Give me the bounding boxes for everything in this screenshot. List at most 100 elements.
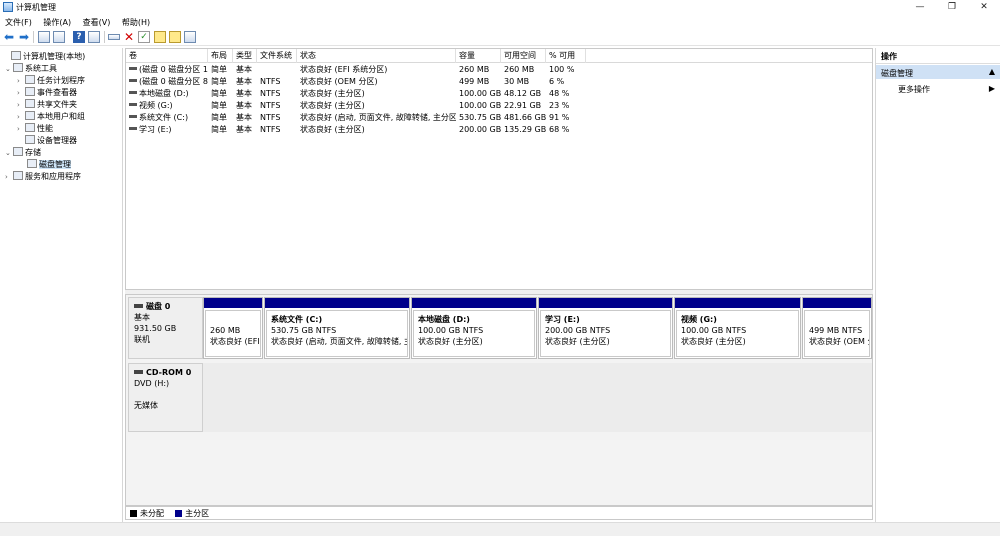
partition-g[interactable]: 视频 (G:) 100.00 GB NTFS 状态良好 (主分区) [674, 297, 801, 359]
partition-oem[interactable]: 499 MB NTFS 状态良好 (OEM 分 [802, 297, 872, 359]
collapse-up-icon[interactable]: ▲ [989, 67, 995, 76]
device-manager-icon [25, 135, 35, 144]
partition-color-bar [265, 298, 409, 308]
column-header-free-space[interactable]: 可用空间 [501, 49, 546, 63]
tree-item-task-scheduler[interactable]: › 任务计划程序 [17, 75, 85, 86]
partition-color-bar [412, 298, 536, 308]
check-icon[interactable]: ✓ [138, 31, 150, 43]
column-header-percent-free[interactable]: % 可用 [546, 49, 586, 63]
navigation-tree: 计算机管理(本地) ⌄ 系统工具 › 任务计划程序 › 事件查看器 › 共享文件夹 › 本… [0, 48, 123, 522]
task-scheduler-icon [25, 75, 35, 84]
menu-view[interactable]: 查看(V) [78, 15, 115, 28]
view-icon[interactable] [184, 31, 196, 43]
partition-color-bar [803, 298, 871, 308]
tools-icon [13, 63, 23, 72]
legend: 未分配 主分区 [125, 506, 873, 520]
column-header-filesystem[interactable]: 文件系统 [257, 49, 297, 63]
menu-help[interactable]: 帮助(H) [117, 15, 154, 28]
table-row[interactable]: 学习 (E:) 简单 基本 NTFS 状态良好 (主分区) 200.00 GB … [126, 124, 872, 136]
shared-folder-icon [25, 99, 35, 108]
window-title: 计算机管理 [16, 3, 56, 12]
column-header-layout[interactable]: 布局 [208, 49, 233, 63]
event-viewer-icon [25, 87, 35, 96]
partition-efi[interactable]: 260 MB 状态良好 (EFI 系 [203, 297, 263, 359]
computer-icon [11, 51, 21, 60]
more-actions-item[interactable]: 更多操作 ▶ [876, 82, 1000, 95]
new-document-icon[interactable] [154, 31, 166, 43]
computer-management-icon [3, 2, 13, 12]
tree-item-device-manager[interactable]: 设备管理器 [17, 135, 77, 146]
delete-icon[interactable]: ✕ [123, 31, 135, 43]
toolbar-separator [104, 31, 105, 43]
volume-icon [129, 115, 137, 118]
open-document-icon[interactable] [169, 31, 181, 43]
menu-bar: 文件(F) 操作(A) 查看(V) 帮助(H) [0, 15, 1000, 29]
tree-item-performance[interactable]: › 性能 [17, 123, 53, 134]
volume-icon [129, 67, 137, 70]
volume-list: 卷 布局 类型 文件系统 状态 容量 可用空间 % 可用 (磁盘 0 磁盘分区 … [125, 48, 873, 290]
column-header-capacity[interactable]: 容量 [456, 49, 501, 63]
tree-item-event-viewer[interactable]: › 事件查看器 [17, 87, 77, 98]
volume-list-header: 卷 布局 类型 文件系统 状态 容量 可用空间 % 可用 [126, 49, 872, 63]
users-icon [25, 111, 35, 120]
table-row[interactable]: 视频 (G:) 简单 基本 NTFS 状态良好 (主分区) 100.00 GB … [126, 100, 872, 112]
tree-item-services-apps[interactable]: › 服务和应用程序 [5, 171, 81, 182]
toolbar: ⬅ ➡ ? ✕ ✓ [0, 29, 1000, 46]
legend-label-primary: 主分区 [185, 509, 210, 518]
help-icon[interactable]: ? [73, 31, 85, 43]
actions-section-disk-management[interactable]: 磁盘管理 ▲ [876, 65, 1000, 79]
volume-icon [129, 79, 137, 82]
table-row[interactable]: (磁盘 0 磁盘分区 1) 简单 基本 状态良好 (EFI 系统分区) 260 … [126, 64, 872, 76]
tree-item-local-users[interactable]: › 本地用户和组 [17, 111, 85, 122]
tree-item-disk-management[interactable]: 磁盘管理 [19, 159, 71, 170]
properties-icon[interactable] [88, 31, 100, 43]
partition-c[interactable]: 系统文件 (C:) 530.75 GB NTFS 状态良好 (启动, 页面文件,… [264, 297, 410, 359]
up-level-icon[interactable] [38, 31, 50, 43]
volume-icon [129, 103, 137, 106]
actions-pane: 操作 磁盘管理 ▲ 更多操作 ▶ [875, 48, 1000, 522]
legend-label-unallocated: 未分配 [140, 509, 164, 518]
table-row[interactable]: 本地磁盘 (D:) 简单 基本 NTFS 状态良好 (主分区) 100.00 G… [126, 88, 872, 100]
column-header-status[interactable]: 状态 [297, 49, 456, 63]
legend-swatch-unallocated [130, 510, 137, 517]
partition-e[interactable]: 学习 (E:) 200.00 GB NTFS 状态良好 (主分区) [538, 297, 673, 359]
services-icon [13, 171, 23, 180]
partition-color-bar [539, 298, 672, 308]
status-bar [0, 522, 1000, 536]
disk-icon [134, 304, 143, 308]
restore-button[interactable]: ❐ [937, 0, 967, 15]
close-button[interactable]: ✕ [969, 0, 999, 15]
volume-icon [129, 127, 137, 130]
volume-icon [129, 91, 137, 94]
cdrom-empty-area [203, 363, 872, 432]
minimize-button[interactable]: — [905, 0, 935, 15]
show-hide-tree-icon[interactable] [53, 31, 65, 43]
performance-icon [25, 123, 35, 132]
disk-graphical-view: 磁盘 0 基本 931.50 GB 联机 260 MB 状态良好 (EFI 系 … [125, 294, 873, 506]
menu-file[interactable]: 文件(F) [0, 15, 36, 28]
back-arrow-icon[interactable]: ⬅ [3, 31, 15, 43]
column-header-volume[interactable]: 卷 [126, 49, 208, 63]
legend-swatch-primary [175, 510, 183, 517]
partition-d[interactable]: 本地磁盘 (D:) 100.00 GB NTFS 状态良好 (主分区) [411, 297, 537, 359]
submenu-arrow-icon: ▶ [988, 84, 995, 93]
disk-0-header[interactable]: 磁盘 0 基本 931.50 GB 联机 [128, 297, 203, 359]
table-row[interactable]: (磁盘 0 磁盘分区 8) 简单 基本 NTFS 状态良好 (OEM 分区) 4… [126, 76, 872, 88]
toolbar-separator [33, 31, 34, 43]
cdrom-0-header[interactable]: CD-ROM 0 DVD (H:) 无媒体 [128, 363, 203, 432]
tree-item-system-tools[interactable]: ⌄ 系统工具 [5, 63, 57, 74]
disk-management-icon [27, 159, 37, 168]
column-header-type[interactable]: 类型 [233, 49, 257, 63]
storage-icon [13, 147, 23, 156]
menu-action[interactable]: 操作(A) [38, 15, 75, 28]
partition-color-bar [675, 298, 800, 308]
title-bar: 计算机管理 — ❐ ✕ [0, 0, 1000, 15]
tree-item-storage[interactable]: ⌄ 存储 [5, 147, 41, 158]
connect-icon[interactable] [108, 34, 120, 40]
tree-item-shared-folders[interactable]: › 共享文件夹 [17, 99, 77, 110]
tree-item-computer-management[interactable]: 计算机管理(本地) [3, 51, 85, 62]
actions-header: 操作 [876, 48, 1000, 64]
partition-color-bar [204, 298, 262, 308]
forward-arrow-icon[interactable]: ➡ [18, 31, 30, 43]
table-row[interactable]: 系统文件 (C:) 简单 基本 NTFS 状态良好 (启动, 页面文件, 故障转… [126, 112, 872, 124]
